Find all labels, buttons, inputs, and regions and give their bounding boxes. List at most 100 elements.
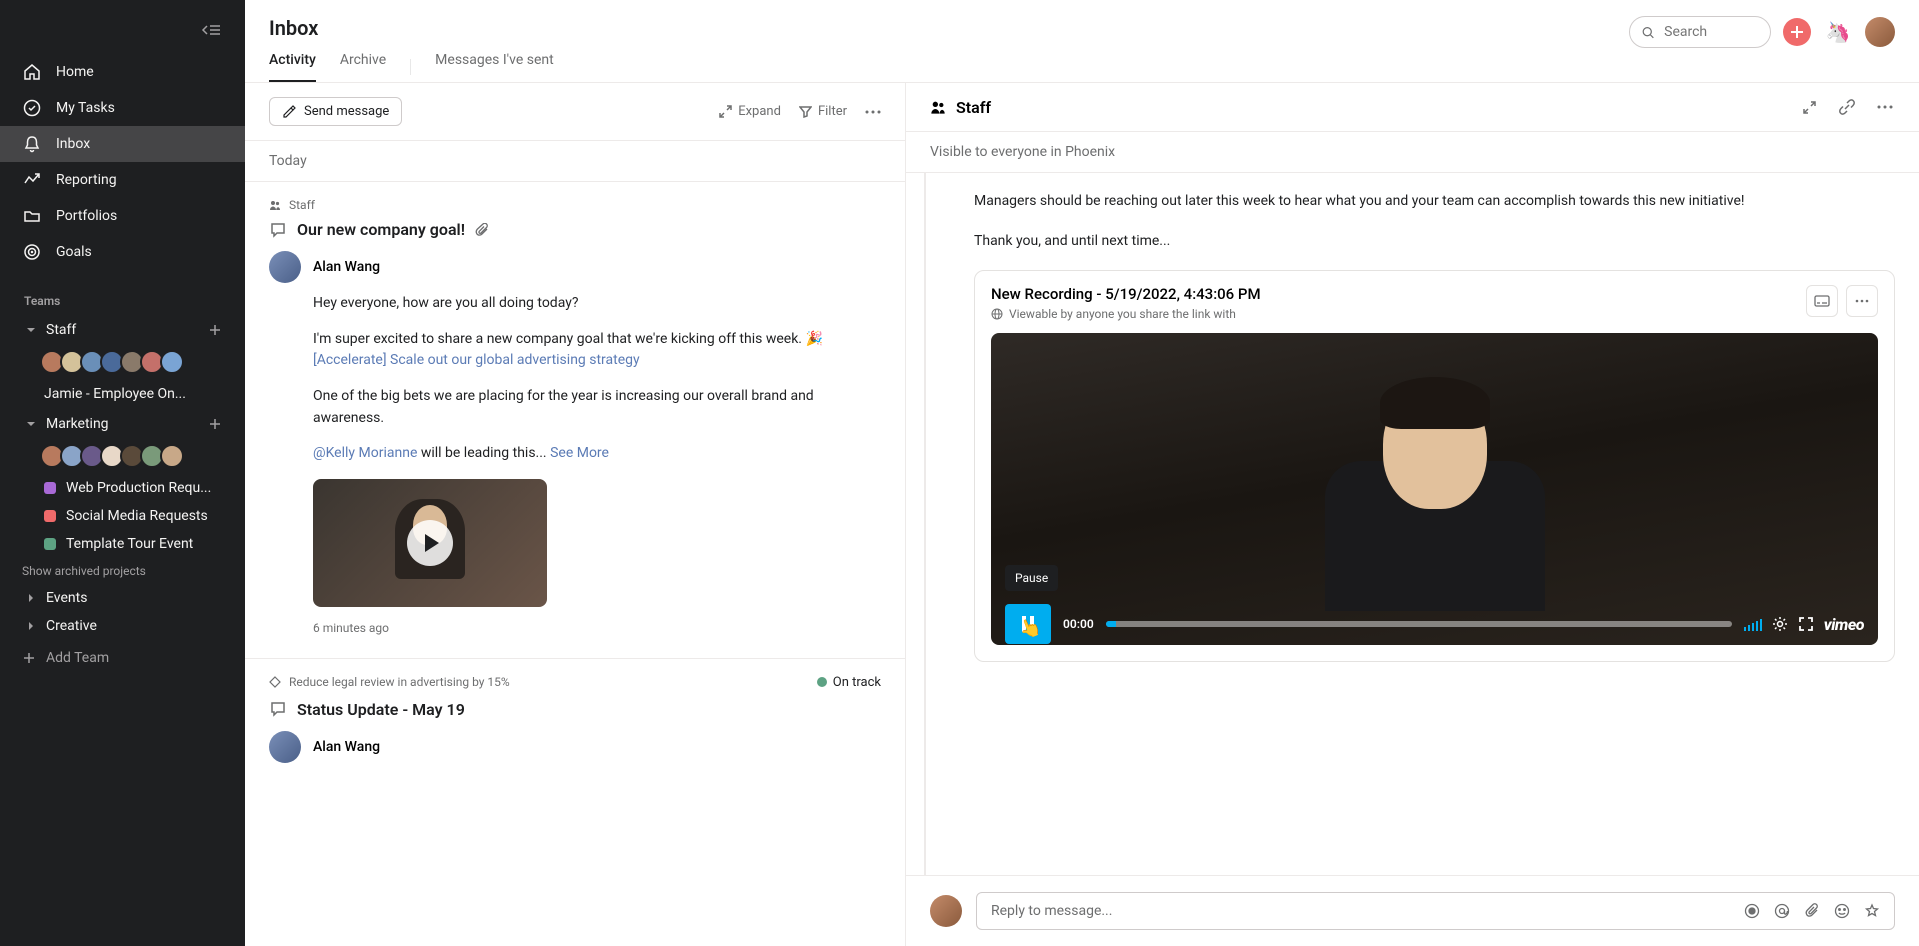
recording-card: New Recording - 5/19/2022, 4:43:06 PM Vi… [974,270,1895,662]
nav-reporting[interactable]: Reporting [0,162,245,198]
nav-home[interactable]: Home [0,54,245,90]
tab-archive[interactable]: Archive [340,52,386,82]
message-paragraph: Hey everyone, how are you all doing toda… [313,293,881,315]
fullscreen-icon[interactable] [1798,616,1814,632]
status-badge: On track [817,675,881,690]
tab-activity[interactable]: Activity [269,52,316,82]
omnibutton[interactable] [1783,18,1811,46]
user-avatar-button[interactable] [1865,17,1895,47]
more-actions-button[interactable] [865,110,881,114]
author-name[interactable]: Alan Wang [313,259,380,275]
author-name[interactable]: Alan Wang [313,739,380,755]
more-actions-button[interactable] [1875,97,1895,117]
reply-input[interactable]: Reply to message... [976,892,1895,930]
inbox-item[interactable]: Reduce legal review in advertising by 15… [245,658,905,793]
vimeo-logo[interactable]: vimeo [1824,615,1864,634]
nav-inbox[interactable]: Inbox [0,126,245,162]
user-mention[interactable]: @Kelly Morianne [313,445,417,461]
message-body: Hey everyone, how are you all doing toda… [269,293,881,638]
team-marketing[interactable]: Marketing [0,408,245,440]
add-to-team-button[interactable] [205,414,225,434]
settings-icon[interactable] [1772,616,1788,632]
project-label: Web Production Requ... [66,480,211,496]
video-player[interactable]: Pause 00:00 [991,333,1878,645]
celebration-icon[interactable]: 🦄 [1823,17,1853,47]
inbox-tabs: Activity Archive Messages I've sent [269,52,554,82]
volume-icon[interactable] [1744,617,1762,631]
item-title: Status Update - May 19 [297,700,465,719]
button-label: Filter [818,104,847,119]
nav-goals[interactable]: Goals [0,234,245,270]
nav-label: Reporting [56,172,117,188]
target-icon [22,242,42,262]
search-icon [1642,25,1654,40]
inbox-detail-pane: Staff Visible to everyone in Phoenix Man… [906,83,1919,946]
message-paragraph: I'm super excited to share a new company… [313,329,881,372]
nav-label: My Tasks [56,100,115,116]
search-input[interactable] [1664,24,1758,40]
message-paragraph: @Kelly Morianne will be leading this... … [313,443,881,465]
pause-tooltip: Pause [1005,565,1058,591]
project-link[interactable]: [Accelerate] Scale out our global advert… [313,352,640,368]
tab-messages-sent[interactable]: Messages I've sent [435,52,554,82]
team-creative[interactable]: Creative [0,612,245,640]
project-jamie[interactable]: Jamie - Employee On... [0,380,245,408]
team-staff[interactable]: Staff [0,314,245,346]
send-message-button[interactable]: Send message [269,97,402,126]
emoji-icon[interactable] [1834,903,1850,919]
compose-icon [282,105,296,119]
pause-button[interactable] [1005,604,1051,644]
team-staff-members[interactable] [0,346,245,380]
team-label: Marketing [46,416,197,432]
avatar [160,444,184,468]
project-color-icon [44,538,56,550]
nav-portfolios[interactable]: Portfolios [0,198,245,234]
project-template-tour[interactable]: Template Tour Event [0,530,245,558]
inbox-item[interactable]: Staff Our new company goal! Alan Wang He… [245,181,905,658]
current-user-avatar [930,895,962,927]
project-social-media[interactable]: Social Media Requests [0,502,245,530]
team-events[interactable]: Events [0,584,245,612]
see-more-link[interactable]: See More [550,445,609,461]
plus-icon [1790,25,1804,39]
nav-my-tasks[interactable]: My Tasks [0,90,245,126]
button-label: Expand [738,104,781,119]
sidebar-collapse-button[interactable] [197,16,225,44]
transcript-button[interactable] [1806,285,1838,317]
project-label: Social Media Requests [66,508,208,524]
show-archived-link[interactable]: Show archived projects [0,558,245,584]
detail-title: Staff [956,98,991,117]
filter-icon [799,105,812,118]
author-avatar[interactable] [269,731,301,763]
author-avatar[interactable] [269,251,301,283]
item-meta-label: Staff [289,198,315,212]
project-web-production[interactable]: Web Production Requ... [0,474,245,502]
caret-right-icon [24,591,38,605]
recording-subtitle: Viewable by anyone you share the link wi… [1009,307,1236,321]
add-to-team-button[interactable] [205,320,225,340]
add-team-button[interactable]: Add Team [0,640,245,676]
goal-label: Reduce legal review in advertising by 15… [289,675,510,689]
date-group-header: Today [245,141,905,181]
appreciation-icon[interactable] [1864,903,1880,919]
play-icon [407,520,453,566]
video-thumbnail[interactable] [313,479,547,607]
section-title: Teams [24,294,60,308]
attachment-icon [475,223,489,237]
recording-more-button[interactable] [1846,285,1878,317]
at-mention-icon[interactable] [1774,903,1790,919]
expand-button[interactable]: Expand [719,104,781,119]
fullscreen-button[interactable] [1799,97,1819,117]
team-marketing-members[interactable] [0,440,245,474]
copy-link-button[interactable] [1837,97,1857,117]
recording-title: New Recording - 5/19/2022, 4:43:06 PM [991,285,1261,303]
nav-label: Goals [56,244,92,260]
video-scrubber[interactable] [1106,616,1732,632]
record-video-icon[interactable] [1744,903,1760,919]
nav-label: Home [56,64,94,80]
global-search[interactable] [1629,16,1771,48]
reply-placeholder: Reply to message... [991,903,1112,919]
attachment-icon[interactable] [1804,903,1820,919]
teams-section-header[interactable]: Teams [0,288,245,314]
filter-button[interactable]: Filter [799,104,847,119]
